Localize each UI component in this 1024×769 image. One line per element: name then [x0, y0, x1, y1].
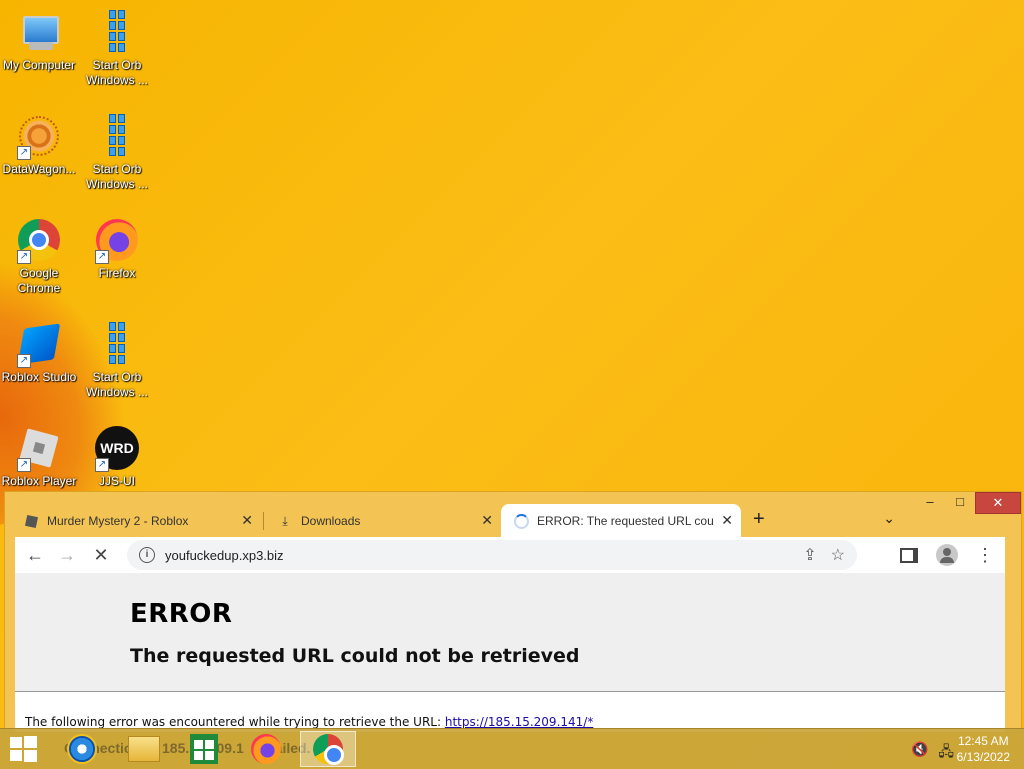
desktop-icon-jjs-ui[interactable]: WRD ↗ JJS-UI: [78, 424, 156, 489]
tab-title: ERROR: The requested URL could: [537, 514, 713, 528]
tab-error[interactable]: ERROR: The requested URL could ✕: [501, 504, 741, 538]
taskbar-file-explorer[interactable]: [116, 731, 172, 767]
tab-close-icon[interactable]: ✕: [241, 512, 253, 529]
address-bar[interactable]: i youfuckedup.xp3.biz ⇪ ☆: [127, 540, 857, 570]
roblox-player-icon: ↗: [15, 424, 63, 472]
page-title: ERROR: [130, 599, 233, 629]
page-content: ERROR The requested URL could not be ret…: [15, 573, 1005, 732]
folder-icon: [128, 736, 160, 762]
error-url-link[interactable]: https://185.15.209.141/*: [445, 715, 593, 729]
taskbar: Connection 185.15.209.1 failed. 🔇 🖧 12:4…: [0, 728, 1024, 769]
store-icon: [190, 734, 218, 764]
clock[interactable]: 12:45 AM 6/13/2022: [957, 733, 1010, 765]
stop-loading-icon[interactable]: ✕: [85, 539, 117, 571]
tab-search-chevron-icon[interactable]: ⌄: [883, 510, 895, 527]
tab-close-icon[interactable]: ✕: [721, 512, 733, 529]
side-panel-icon[interactable]: [893, 539, 925, 571]
windows-logo-icon: [93, 8, 141, 56]
shortcut-arrow-icon: ↗: [17, 250, 31, 264]
desktop-icon-roblox-studio[interactable]: ↗ Roblox Studio: [0, 320, 78, 385]
start-button[interactable]: [8, 735, 38, 763]
internet-explorer-icon: [67, 734, 97, 764]
desktop-icon-label: Start Orb Windows ...: [85, 370, 148, 399]
taskbar-firefox[interactable]: [238, 731, 294, 767]
firefox-icon: [251, 734, 281, 764]
desktop-icon-label: My Computer: [2, 58, 76, 72]
error-header: ERROR The requested URL could not be ret…: [15, 573, 1005, 692]
desktop-icon-label: Google Chrome: [17, 266, 61, 295]
clock-time: 12:45 AM: [957, 734, 1009, 748]
chrome-icon: [313, 734, 344, 765]
taskbar-chrome[interactable]: [300, 731, 356, 767]
tab-close-icon[interactable]: ✕: [481, 512, 493, 529]
avatar: [936, 544, 958, 566]
desktop-icon-start-orb-1[interactable]: Start Orb Windows ...: [78, 8, 156, 88]
profile-button[interactable]: [931, 539, 963, 571]
download-icon: ⤓: [282, 513, 288, 528]
forward-arrow-icon[interactable]: →: [51, 539, 83, 571]
desktop-icon-datawagon[interactable]: ↗ DataWagon...: [0, 112, 78, 177]
clock-date: 6/13/2022: [956, 750, 1010, 764]
roblox-favicon: [23, 513, 39, 529]
tab-murder-mystery[interactable]: Murder Mystery 2 - Roblox ✕: [11, 504, 261, 538]
desktop-icon-label: Roblox Player: [1, 474, 77, 488]
desktop-icon-google-chrome[interactable]: ↗ Google Chrome: [0, 216, 78, 296]
taskbar-internet-explorer[interactable]: [54, 731, 110, 767]
error-subtitle: The requested URL could not be retrieved: [130, 645, 580, 667]
address-url[interactable]: youfuckedup.xp3.biz: [165, 548, 284, 563]
tab-separator: [263, 512, 264, 530]
network-icon[interactable]: 🖧: [938, 741, 954, 765]
system-tray: 🔇 🖧: [911, 741, 954, 765]
desktop-icon-label: Firefox: [98, 266, 136, 280]
tab-title: Downloads: [301, 514, 361, 528]
firefox-icon: ↗: [93, 216, 141, 264]
tab-title: Murder Mystery 2 - Roblox: [47, 514, 189, 528]
desktop-icon-roblox-player[interactable]: ↗ Roblox Player: [0, 424, 78, 489]
desktop-icon-label: Start Orb Windows ...: [85, 58, 148, 87]
menu-kebab-icon[interactable]: ⋮: [969, 539, 1001, 571]
datawagon-icon: ↗: [15, 112, 63, 160]
browser-toolbar: ← → ✕ i youfuckedup.xp3.biz ⇪ ☆ ⋮: [15, 537, 1005, 573]
chrome-icon: ↗: [15, 216, 63, 264]
loading-spinner-icon: [513, 513, 529, 529]
desktop-icon-start-orb-3[interactable]: Start Orb Windows ...: [78, 320, 156, 400]
shortcut-arrow-icon: ↗: [17, 458, 31, 472]
computer-icon: [15, 8, 63, 56]
jjs-ui-icon: WRD ↗: [93, 424, 141, 472]
shortcut-arrow-icon: ↗: [95, 250, 109, 264]
desktop-icon-my-computer[interactable]: My Computer: [0, 8, 78, 73]
error-description-text: The following error was encountered whil…: [25, 715, 445, 729]
shortcut-arrow-icon: ↗: [17, 146, 31, 160]
tab-downloads[interactable]: ⤓ Downloads ✕: [265, 504, 501, 538]
share-icon[interactable]: ⇪: [803, 545, 816, 565]
windows-logo-icon: [93, 112, 141, 160]
site-info-icon[interactable]: i: [139, 547, 155, 563]
shortcut-arrow-icon: ↗: [17, 354, 31, 368]
volume-muted-icon[interactable]: 🔇: [911, 741, 928, 765]
shortcut-arrow-icon: ↗: [95, 458, 109, 472]
desktop-icon-label: JJS-UI: [99, 474, 135, 488]
bookmark-star-icon[interactable]: ☆: [831, 545, 845, 565]
windows-logo-icon: [93, 320, 141, 368]
desktop-icon-label: DataWagon...: [2, 162, 76, 176]
new-tab-button[interactable]: +: [753, 508, 765, 531]
back-arrow-icon[interactable]: ←: [19, 539, 51, 571]
desktop-icon-firefox[interactable]: ↗ Firefox: [78, 216, 156, 281]
tab-strip: Murder Mystery 2 - Roblox ✕ ⤓ Downloads …: [11, 500, 1015, 538]
taskbar-store[interactable]: [176, 731, 232, 767]
error-description: The following error was encountered whil…: [25, 715, 593, 729]
roblox-studio-icon: ↗: [15, 320, 63, 368]
desktop-icon-label: Roblox Studio: [1, 370, 77, 384]
desktop-icon-start-orb-2[interactable]: Start Orb Windows ...: [78, 112, 156, 192]
desktop-icon-label: Start Orb Windows ...: [85, 162, 148, 191]
chrome-window: – □ ✕ Murder Mystery 2 - Roblox ✕ ⤓ Down…: [4, 491, 1022, 733]
